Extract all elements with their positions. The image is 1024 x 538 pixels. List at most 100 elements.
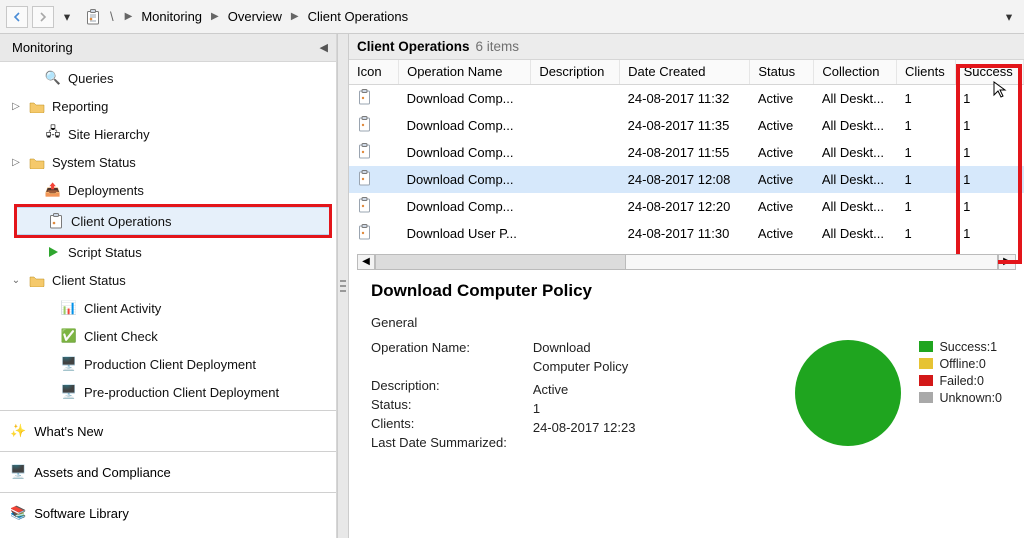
k-status: Status:: [371, 397, 507, 412]
breadcrumb-bar: ▾ \ ▶ Monitoring ▶ Overview ▶ Client Ope…: [0, 0, 1024, 34]
cell-status: Active: [750, 193, 814, 220]
expand-icon[interactable]: ▷: [10, 101, 22, 112]
library-icon: 📚: [10, 505, 26, 521]
document-icon: [357, 197, 373, 213]
k-op: Operation Name:: [371, 340, 507, 355]
cell-clients: 1: [897, 220, 956, 247]
content-title: Client Operations: [357, 39, 470, 54]
col-op[interactable]: Operation Name: [399, 60, 531, 84]
tree-item-site-hierarchy[interactable]: 🖧 Site Hierarchy: [0, 120, 336, 148]
col-success[interactable]: Success: [955, 60, 1023, 84]
nav-forward-button[interactable]: [32, 6, 54, 28]
cell-status: Active: [750, 220, 814, 247]
detail-section-general: General: [371, 315, 1002, 330]
table-row[interactable]: Download Comp...24-08-2017 12:08ActiveAl…: [349, 166, 1024, 193]
k-clients: Clients:: [371, 416, 507, 431]
col-desc[interactable]: Description: [531, 60, 620, 84]
site-hierarchy-icon: 🖧: [44, 123, 62, 145]
cell-status: Active: [750, 112, 814, 139]
nav-tree: 🔍 Queries ▷ Reporting 🖧 Site Hierarchy ▷…: [0, 62, 336, 538]
collapse-panel-icon[interactable]: ◀: [320, 41, 328, 54]
nav-tree-title: Monitoring: [12, 40, 73, 55]
v-status: Active: [533, 382, 636, 397]
swatch-offline: [919, 358, 933, 369]
nav-history-dropdown[interactable]: ▾: [58, 9, 76, 24]
tree-item-deployments[interactable]: 📤 Deployments: [0, 176, 336, 204]
col-coll[interactable]: Collection: [814, 60, 897, 84]
cell-clients: 1: [897, 193, 956, 220]
content-count: 6 items: [476, 39, 520, 54]
cell-op: Download Comp...: [399, 139, 531, 166]
breadcrumb-root-icon[interactable]: [86, 9, 100, 25]
tree-item-prod-deploy[interactable]: 🖥️ Production Client Deployment: [0, 350, 336, 378]
col-clients[interactable]: Clients: [897, 60, 956, 84]
breadcrumb-dropdown[interactable]: ▾: [1000, 9, 1018, 24]
content-header: Client Operations 6 items: [349, 34, 1024, 60]
scroll-right-button[interactable]: ▶: [998, 254, 1016, 270]
document-icon: [357, 143, 373, 159]
cell-desc: [531, 84, 620, 112]
arrow-left-icon: [12, 12, 22, 22]
col-icon[interactable]: Icon: [349, 60, 399, 84]
tree-item-client-check[interactable]: ✅ Client Check: [0, 322, 336, 350]
col-date[interactable]: Date Created: [620, 60, 750, 84]
cell-success: 1: [955, 139, 1023, 166]
cell-clients: 1: [897, 139, 956, 166]
breadcrumb-seg-clientops[interactable]: Client Operations: [308, 9, 408, 24]
splitter-handle[interactable]: [337, 34, 349, 538]
cell-desc: [531, 193, 620, 220]
tree-item-reporting[interactable]: ▷ Reporting: [0, 92, 336, 120]
nav-back-button[interactable]: [6, 6, 28, 28]
collapse-icon[interactable]: ⌄: [10, 275, 22, 286]
cell-coll: All Deskt...: [814, 84, 897, 112]
table-row[interactable]: Download Comp...24-08-2017 11:55ActiveAl…: [349, 139, 1024, 166]
tree-item-script-status[interactable]: Script Status: [0, 238, 336, 266]
cell-coll: All Deskt...: [814, 112, 897, 139]
cell-date: 24-08-2017 11:32: [620, 84, 750, 112]
tree-item-client-status[interactable]: ⌄ Client Status: [0, 266, 336, 294]
col-status[interactable]: Status: [750, 60, 814, 84]
folder-icon: [28, 100, 46, 113]
scroll-thumb[interactable]: [376, 255, 626, 269]
k-desc: Description:: [371, 378, 507, 393]
cell-clients: 1: [897, 112, 956, 139]
deploy-icon: 🖥️: [60, 356, 78, 372]
chevron-right-icon: ▶: [125, 11, 133, 22]
table-row[interactable]: Download User P...24-08-2017 11:30Active…: [349, 220, 1024, 247]
tree-item-client-activity[interactable]: 📊 Client Activity: [0, 294, 336, 322]
tree-item-preprod-deploy[interactable]: 🖥️ Pre-production Client Deployment: [0, 378, 336, 406]
table-header-row: Icon Operation Name Description Date Cre…: [349, 60, 1024, 84]
tree-item-client-operations[interactable]: Client Operations: [17, 207, 329, 235]
detail-title: Download Computer Policy: [371, 281, 1002, 301]
cell-date: 24-08-2017 11:30: [620, 220, 750, 247]
cell-coll: All Deskt...: [814, 193, 897, 220]
cell-status: Active: [750, 166, 814, 193]
breadcrumb[interactable]: \ ▶ Monitoring ▶ Overview ▶ Client Opera…: [110, 9, 408, 24]
v-op-l1: Download: [533, 340, 636, 355]
scroll-left-button[interactable]: ◀: [357, 254, 375, 270]
workspace-whats-new[interactable]: ✨ What's New: [0, 415, 336, 447]
v-clients: 1: [533, 401, 636, 416]
scroll-track[interactable]: [375, 254, 998, 270]
activity-icon: 📊: [60, 300, 78, 316]
sparkle-icon: ✨: [10, 423, 26, 439]
table-row[interactable]: Download Comp...24-08-2017 11:35ActiveAl…: [349, 112, 1024, 139]
breadcrumb-seg-overview[interactable]: Overview: [228, 9, 282, 24]
cell-desc: [531, 166, 620, 193]
cell-success: 1: [955, 220, 1023, 247]
folder-icon: [28, 274, 46, 287]
table-row[interactable]: Download Comp...24-08-2017 12:20ActiveAl…: [349, 193, 1024, 220]
search-icon: 🔍: [44, 70, 62, 86]
breadcrumb-seg-monitoring[interactable]: Monitoring: [141, 9, 202, 24]
breadcrumb-root-caret[interactable]: \: [110, 9, 114, 24]
results-table: Icon Operation Name Description Date Cre…: [349, 60, 1024, 247]
workspace-assets[interactable]: 🖥️ Assets and Compliance: [0, 456, 336, 488]
tree-item-system-status[interactable]: ▷ System Status: [0, 148, 336, 176]
expand-icon[interactable]: ▷: [10, 157, 22, 168]
workspace-library[interactable]: 📚 Software Library: [0, 497, 336, 529]
swatch-unknown: [919, 392, 933, 403]
tree-item-queries[interactable]: 🔍 Queries: [0, 64, 336, 92]
horizontal-scrollbar[interactable]: ◀ ▶: [357, 253, 1016, 271]
table-row[interactable]: Download Comp...24-08-2017 11:32ActiveAl…: [349, 84, 1024, 112]
play-icon: [44, 245, 62, 259]
